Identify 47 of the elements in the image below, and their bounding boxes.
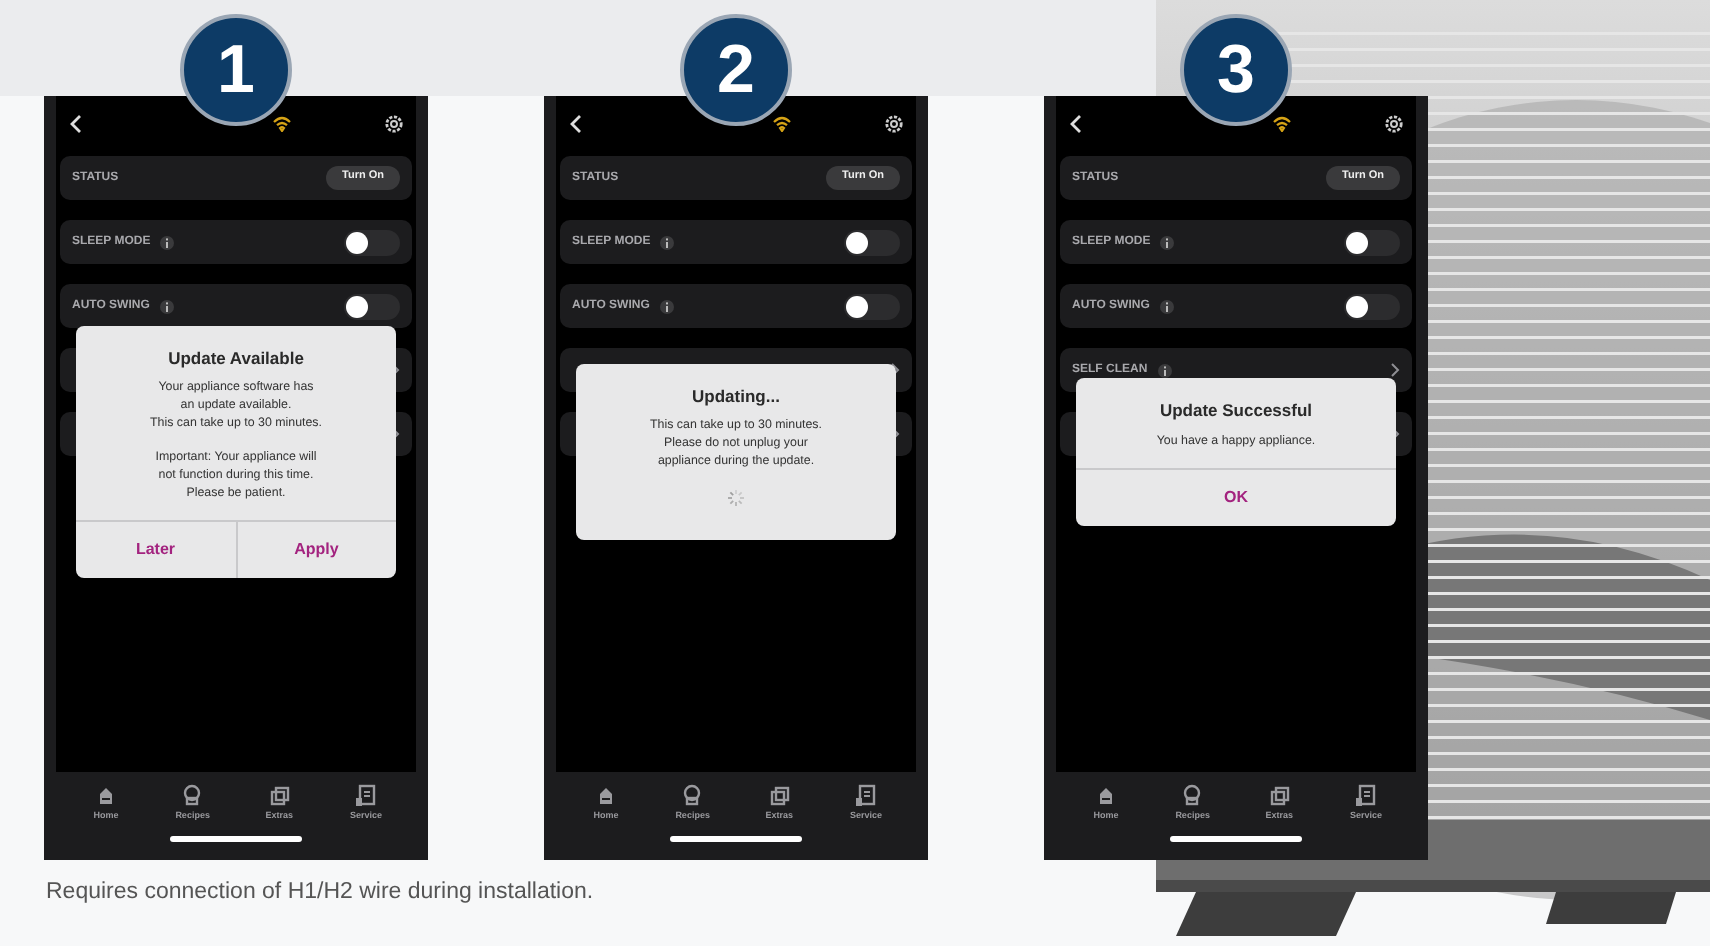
wifi-icon <box>772 116 792 132</box>
toggle-switch[interactable] <box>344 293 400 319</box>
info-icon[interactable] <box>160 235 175 249</box>
nav-icon <box>1267 784 1292 808</box>
dialog-title: Update Available <box>168 345 304 371</box>
nav-icon <box>94 784 118 808</box>
toggle-switch[interactable] <box>844 229 900 255</box>
dialog-button[interactable]: OK <box>1076 469 1396 526</box>
nav-icon <box>1353 784 1378 808</box>
step-number: 2 <box>680 14 792 126</box>
toggle-switch[interactable] <box>344 229 400 255</box>
nav-icon <box>267 784 292 808</box>
settings-icon[interactable] <box>1384 114 1404 134</box>
toggle-switch[interactable] <box>1344 229 1400 255</box>
dialog-title: Update Successful <box>1159 398 1313 424</box>
nav-icon <box>1180 784 1205 808</box>
dialog-button[interactable]: Apply <box>235 522 396 579</box>
back-icon[interactable] <box>1068 114 1084 134</box>
home-indicator <box>1170 835 1302 842</box>
wifi-icon <box>1272 116 1292 132</box>
info-icon[interactable] <box>159 299 174 313</box>
nav-icon <box>767 784 792 808</box>
settings-icon[interactable] <box>884 114 904 134</box>
nav-icon <box>180 784 205 808</box>
dialog-button[interactable]: Later <box>76 522 235 579</box>
info-icon[interactable] <box>1160 235 1175 249</box>
caption: Requires connection of H1/H2 wire during installation. <box>44 878 596 908</box>
info-icon[interactable] <box>659 299 674 313</box>
toggle-switch[interactable] <box>844 293 900 319</box>
wifi-icon <box>272 116 292 132</box>
info-icon[interactable] <box>660 235 675 249</box>
nav-icon <box>594 784 618 808</box>
nav-icon <box>680 784 705 808</box>
info-icon[interactable] <box>1157 363 1172 377</box>
settings-icon[interactable] <box>384 114 404 134</box>
back-icon[interactable] <box>568 114 584 134</box>
dialog-title: Updating... <box>692 383 780 409</box>
step-number: 1 <box>180 14 292 126</box>
home-indicator <box>670 835 802 842</box>
back-icon[interactable] <box>68 114 84 134</box>
nav-icon <box>853 784 878 808</box>
nav-icon <box>1094 784 1118 808</box>
home-indicator <box>170 835 302 842</box>
nav-icon <box>353 784 378 808</box>
chevron-icon <box>1390 362 1400 378</box>
toggle-switch[interactable] <box>1344 293 1400 319</box>
info-icon[interactable] <box>1159 299 1174 313</box>
